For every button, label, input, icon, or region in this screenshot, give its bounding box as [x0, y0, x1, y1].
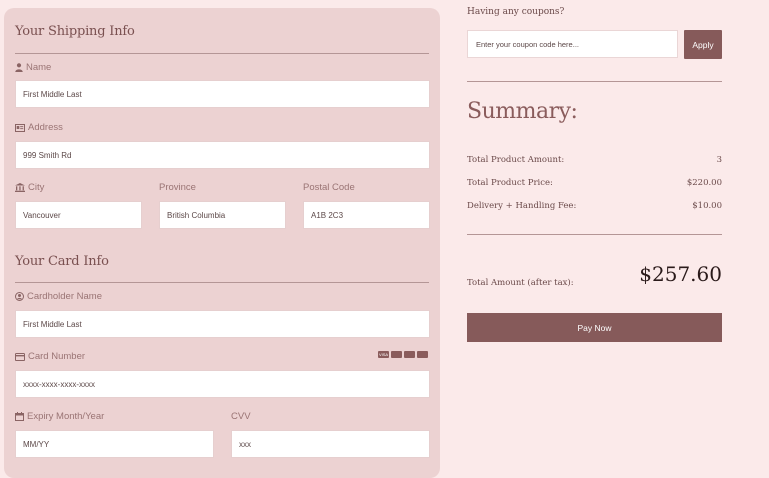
cardholder-label: Cardholder Name: [27, 291, 102, 302]
summary-divider: [467, 234, 722, 235]
summary-row-value: $220.00: [686, 178, 722, 188]
summary-row: Total Product Price: $220.00: [467, 178, 722, 188]
coupon-label: Having any coupons?: [467, 7, 565, 17]
summary-row: Total Product Amount: 3: [467, 155, 722, 165]
mastercard-icon: [404, 351, 415, 358]
cardholder-input[interactable]: First Middle Last: [15, 310, 430, 338]
apply-coupon-button[interactable]: Apply: [684, 30, 722, 59]
shipping-card-panel: [4, 8, 440, 478]
coupon-input[interactable]: Enter your coupon code here...: [467, 30, 678, 58]
expiry-label: Expiry Month/Year: [27, 411, 105, 422]
shipping-divider: [15, 53, 429, 54]
summary-row-value: $10.00: [692, 201, 722, 211]
user-circle-icon: [15, 292, 24, 301]
name-label-wrap: Name: [15, 62, 51, 73]
total-amount-label: Total Amount (after tax):: [467, 278, 574, 288]
amex-icon: [417, 351, 428, 358]
summary-title: Summary:: [467, 99, 578, 124]
user-icon: [15, 63, 23, 72]
city-input[interactable]: Vancouver: [15, 201, 142, 229]
card-generic-icon: [391, 351, 402, 358]
card-divider: [15, 282, 429, 283]
cvv-label: CVV: [231, 411, 251, 422]
id-card-icon: [15, 123, 25, 132]
coupon-divider: [467, 81, 722, 82]
address-label: Address: [28, 122, 63, 133]
summary-row: Delivery + Handling Fee: $10.00: [467, 201, 722, 211]
calendar-icon: [15, 412, 24, 421]
card-brand-icons: VISA: [378, 351, 428, 358]
name-label: Name: [26, 62, 52, 73]
shipping-section-title: Your Shipping Info: [15, 24, 135, 39]
summary-row-label: Delivery + Handling Fee:: [467, 201, 577, 211]
cvv-input[interactable]: xxx: [231, 430, 430, 458]
address-label-wrap: Address: [15, 122, 63, 133]
province-label: Province: [159, 182, 196, 193]
postal-code-label: Postal Code: [303, 182, 355, 193]
city-label: City: [28, 182, 45, 193]
total-amount-value: $257.60: [639, 262, 722, 286]
card-number-input[interactable]: xxxx-xxxx-xxxx-xxxx: [15, 370, 430, 398]
card-section-title: Your Card Info: [15, 254, 109, 269]
credit-card-icon: [15, 352, 25, 361]
visa-icon: VISA: [378, 351, 389, 358]
card-number-label-wrap: Card Number: [15, 351, 85, 362]
city-label-wrap: City: [15, 182, 44, 193]
expiry-label-wrap: Expiry Month/Year: [15, 411, 104, 422]
name-input[interactable]: First Middle Last: [15, 80, 430, 108]
address-input[interactable]: 999 Smith Rd: [15, 141, 430, 169]
postal-code-input[interactable]: A1B 2C3: [303, 201, 430, 229]
building-icon: [15, 183, 25, 192]
cardholder-label-wrap: Cardholder Name: [15, 291, 102, 302]
card-number-label: Card Number: [28, 351, 86, 362]
summary-row-label: Total Product Price:: [467, 178, 553, 188]
summary-row-label: Total Product Amount:: [467, 155, 565, 165]
province-input[interactable]: British Columbia: [159, 201, 286, 229]
summary-row-value: 3: [716, 155, 722, 165]
pay-now-button[interactable]: Pay Now: [467, 313, 722, 342]
expiry-input[interactable]: MM/YY: [15, 430, 214, 458]
